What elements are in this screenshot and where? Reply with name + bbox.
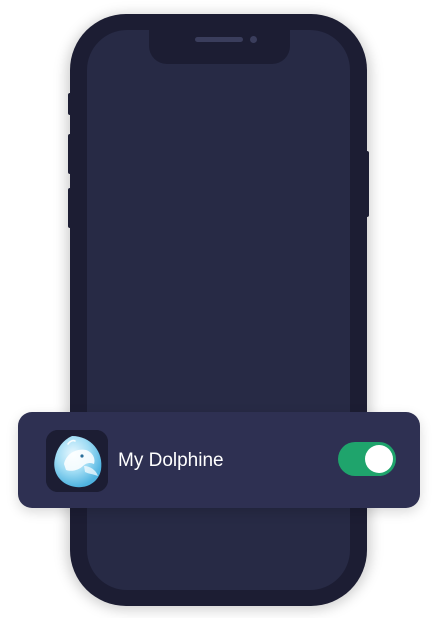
app-icon-tile — [46, 430, 108, 492]
phone-frame — [70, 14, 367, 606]
app-name-label: My Dolphine — [118, 450, 224, 471]
app-toggle-switch[interactable] — [338, 442, 396, 476]
front-camera — [250, 36, 257, 43]
toggle-knob[interactable] — [365, 445, 393, 473]
speaker-grille — [195, 37, 243, 42]
phone-notch — [149, 30, 290, 64]
app-notification-card: My Dolphine — [18, 412, 420, 508]
dolphin-icon — [46, 430, 108, 492]
mockup-stage: My Dolphine — [0, 0, 438, 618]
